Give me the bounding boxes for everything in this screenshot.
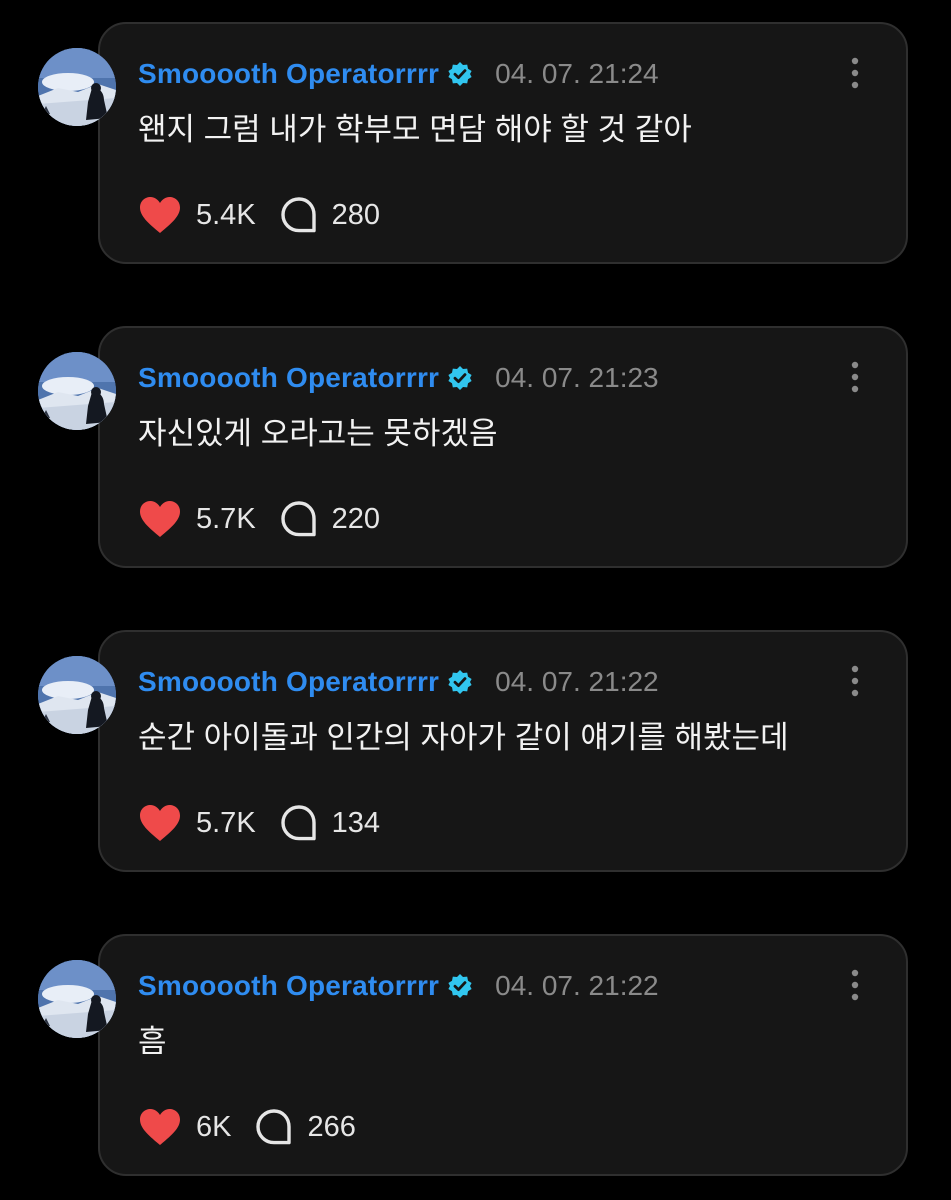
message-bubble[interactable]: Smooooth Operatorrrr 04. 07. 21:22 흠 6K … <box>98 934 908 1176</box>
username[interactable]: Smooooth Operatorrrr <box>138 970 439 1002</box>
vertical-ellipsis-icon <box>851 361 859 393</box>
verified-badge-icon <box>447 973 473 999</box>
post-card: Smooooth Operatorrrr 04. 07. 21:22 순간 아이… <box>0 630 951 876</box>
reply-button[interactable]: 280 <box>280 196 380 234</box>
avatar-image <box>38 656 116 734</box>
heart-icon <box>138 195 182 235</box>
post-actions: 5.4K 280 <box>138 194 380 236</box>
speech-bubble-icon <box>280 500 318 538</box>
like-count: 5.7K <box>196 502 256 535</box>
message-bubble[interactable]: Smooooth Operatorrrr 04. 07. 21:22 순간 아이… <box>98 630 908 872</box>
post-text: 자신있게 오라고는 못하겠음 <box>138 416 498 451</box>
timestamp: 04. 07. 21:22 <box>495 970 659 1001</box>
message-bubble[interactable]: Smooooth Operatorrrr 04. 07. 21:24 왠지 그럼… <box>98 22 908 264</box>
speech-bubble-icon <box>280 804 318 842</box>
timestamp: 04. 07. 21:23 <box>495 362 659 393</box>
post-text: 순간 아이돌과 인간의 자아가 같이 얘기를 해봤는데 <box>138 720 789 755</box>
reply-button[interactable]: 220 <box>280 500 380 538</box>
reply-button[interactable]: 134 <box>280 804 380 842</box>
verified-badge-icon <box>447 669 473 695</box>
avatar-image <box>38 48 116 126</box>
avatar[interactable] <box>38 352 116 430</box>
vertical-ellipsis-icon <box>851 969 859 1001</box>
username[interactable]: Smooooth Operatorrrr <box>138 666 439 698</box>
post-text: 왠지 그럼 내가 학부모 면담 해야 할 것 같아 <box>138 112 692 147</box>
like-button[interactable]: 5.7K <box>138 803 256 843</box>
post-header: Smooooth Operatorrrr 04. 07. 21:22 <box>138 966 659 1006</box>
reply-button[interactable]: 266 <box>255 1108 356 1146</box>
vertical-ellipsis-icon <box>851 665 859 697</box>
username[interactable]: Smooooth Operatorrrr <box>138 58 439 90</box>
reply-count: 266 <box>307 1110 356 1143</box>
avatar-image <box>38 960 116 1038</box>
post-card: Smooooth Operatorrrr 04. 07. 21:22 흠 6K … <box>0 934 951 1180</box>
post-header: Smooooth Operatorrrr 04. 07. 21:24 <box>138 54 659 94</box>
avatar[interactable] <box>38 960 116 1038</box>
like-button[interactable]: 5.4K <box>138 195 256 235</box>
reply-count: 134 <box>331 806 381 839</box>
post-actions: 6K 266 <box>138 1106 356 1148</box>
heart-icon <box>138 803 182 843</box>
more-options-button[interactable] <box>848 360 862 394</box>
post-card: Smooooth Operatorrrr 04. 07. 21:24 왠지 그럼… <box>0 22 951 268</box>
post-header: Smooooth Operatorrrr 04. 07. 21:22 <box>138 662 659 702</box>
speech-bubble-icon <box>255 1108 293 1146</box>
username[interactable]: Smooooth Operatorrrr <box>138 362 439 394</box>
like-button[interactable]: 6K <box>138 1107 231 1147</box>
avatar-image <box>38 352 116 430</box>
like-count: 5.7K <box>196 806 256 839</box>
heart-icon <box>138 1107 182 1147</box>
post-header: Smooooth Operatorrrr 04. 07. 21:23 <box>138 358 659 398</box>
avatar[interactable] <box>38 48 116 126</box>
message-bubble[interactable]: Smooooth Operatorrrr 04. 07. 21:23 자신있게 … <box>98 326 908 568</box>
more-options-button[interactable] <box>848 56 862 90</box>
timestamp: 04. 07. 21:24 <box>495 58 659 89</box>
like-count: 5.4K <box>196 198 256 231</box>
more-options-button[interactable] <box>848 664 862 698</box>
more-options-button[interactable] <box>848 968 862 1002</box>
speech-bubble-icon <box>280 196 318 234</box>
avatar[interactable] <box>38 656 116 734</box>
verified-badge-icon <box>447 365 473 391</box>
post-text: 흠 <box>138 1024 167 1059</box>
post-actions: 5.7K 220 <box>138 498 380 540</box>
like-count: 6K <box>196 1110 232 1143</box>
post-card: Smooooth Operatorrrr 04. 07. 21:23 자신있게 … <box>0 326 951 572</box>
reply-count: 220 <box>331 502 381 535</box>
reply-count: 280 <box>331 198 381 231</box>
verified-badge-icon <box>447 61 473 87</box>
heart-icon <box>138 499 182 539</box>
like-button[interactable]: 5.7K <box>138 499 256 539</box>
post-actions: 5.7K 134 <box>138 802 380 844</box>
timestamp: 04. 07. 21:22 <box>495 666 659 697</box>
vertical-ellipsis-icon <box>851 57 859 89</box>
